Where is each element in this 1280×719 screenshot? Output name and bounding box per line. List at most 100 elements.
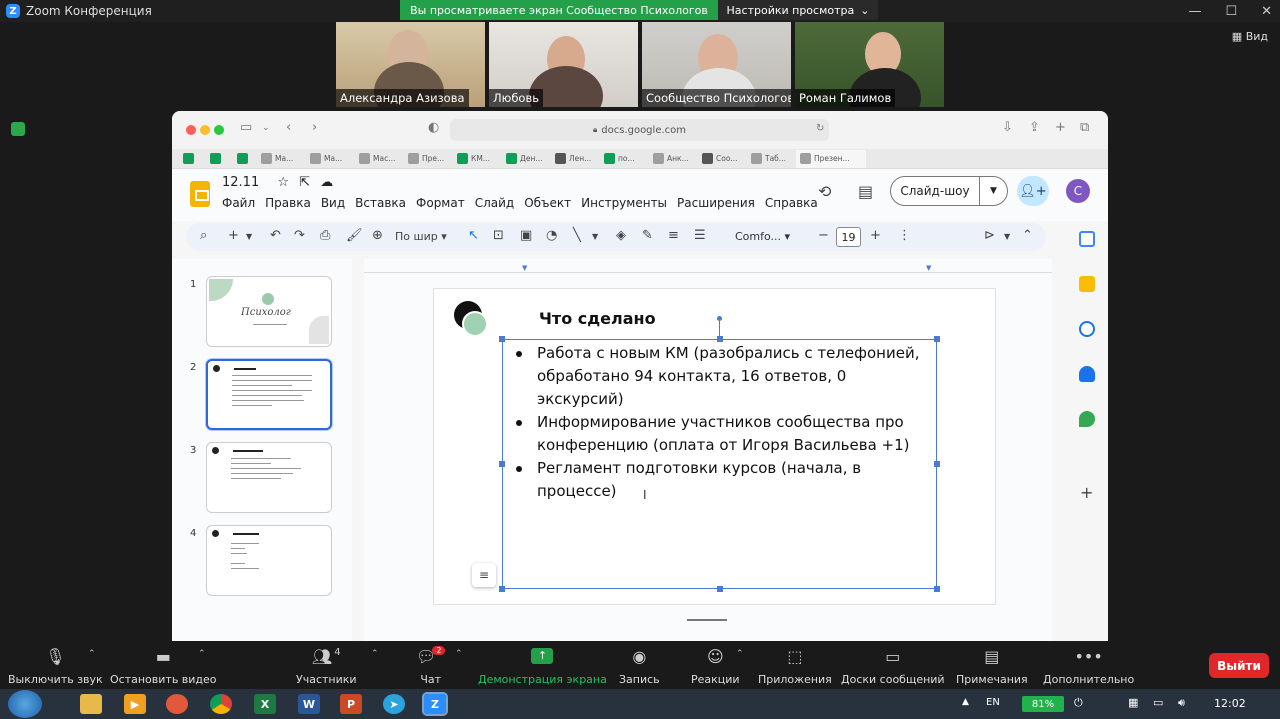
font-size-input[interactable]: 19 [836,227,861,247]
menu-object[interactable]: Объект [524,196,571,210]
comments-icon[interactable]: ▤ [858,182,873,201]
tab-overview-icon[interactable]: ⧉ [1080,120,1089,135]
browser-tab[interactable]: Пре... [404,150,451,168]
security-shield-icon[interactable] [11,122,25,136]
search-icon[interactable]: ⌕ [200,228,207,243]
keyboard-language[interactable]: EN [986,697,1000,708]
zoom-icon[interactable]: Z [422,692,448,716]
tray-expand-icon[interactable]: ▲ [962,697,969,707]
slide-thumbnail-selected[interactable] [206,359,332,430]
privacy-shield-icon[interactable]: ◐ [428,120,439,135]
word-icon[interactable]: W [298,694,320,714]
telegram-icon[interactable]: ➤ [383,694,405,714]
whiteboards-button[interactable]: ▭ Доски сообщений [841,645,945,687]
share-icon[interactable]: ⇪ [1029,120,1040,135]
chevron-up-icon[interactable]: ⌃ [455,649,463,659]
new-tab-icon[interactable]: + [1055,120,1066,135]
start-button-icon[interactable] [8,690,42,718]
speaker-notes-handle[interactable] [687,619,727,621]
network-icon[interactable]: ▦ [1128,696,1138,709]
firefox-icon[interactable] [166,694,188,714]
view-button[interactable]: ▦ Вид [1232,30,1268,43]
display-icon[interactable]: ▭ [1153,696,1163,709]
print-icon[interactable]: ⎙ [320,228,330,243]
chat-button[interactable]: 💬︎ 2 Чат [416,645,446,686]
browser-tab[interactable]: по... [600,150,647,168]
font-size-increase-icon[interactable]: + [870,228,881,243]
star-icon[interactable]: ☆ [277,175,289,190]
chevron-down-icon[interactable]: ⌄ [262,123,270,133]
bullet-item[interactable]: Работа с новым КМ (разобрались с телефон… [513,342,933,411]
powerpoint-icon[interactable]: P [340,694,362,714]
menu-edit[interactable]: Правка [265,196,311,210]
resize-handle[interactable] [934,461,940,467]
slide-title[interactable]: Что сделано [539,309,656,328]
leave-button[interactable]: Выйти [1209,653,1269,678]
more-button[interactable]: ••• Дополнительно [1043,645,1134,687]
chevron-up-icon[interactable]: ⌃ [736,649,744,659]
cloud-icon[interactable]: ☁ [320,175,333,190]
maps-icon[interactable] [1079,411,1095,427]
participant-tile[interactable]: Роман Галимов [795,22,944,107]
new-slide-icon[interactable]: + [228,228,239,243]
avatar[interactable]: С [1066,179,1090,203]
view-options-button[interactable]: Настройки просмотра ⌄ [718,0,878,20]
browser-tab-active[interactable]: Презен... [796,149,866,168]
close-window-icon[interactable] [186,125,196,135]
undo-icon[interactable]: ↶ [270,228,281,243]
browser-tab[interactable] [176,150,201,168]
add-addon-icon[interactable]: + [1080,483,1093,502]
contacts-icon[interactable] [1079,366,1095,382]
explorer-icon[interactable] [80,694,102,714]
share-screen-button[interactable]: ↑ Демонстрация экрана [478,645,607,686]
menu-view[interactable]: Вид [321,196,345,210]
history-icon[interactable]: ⟲ [818,182,831,201]
redo-icon[interactable]: ↷ [294,228,305,243]
reactions-button[interactable]: ☺ Реакции [691,645,740,687]
resize-handle[interactable] [934,586,940,592]
collapse-toolbar-icon[interactable]: ⌃ [1022,228,1033,243]
forward-icon[interactable]: › [312,120,317,135]
chevron-down-icon[interactable]: ▼ [979,177,1007,205]
keep-icon[interactable] [1079,276,1095,292]
border-dash-icon[interactable]: ☰ [694,228,706,243]
close-icon[interactable]: ✕ [1261,4,1272,19]
slide-thumbnail[interactable] [206,525,332,596]
media-player-icon[interactable]: ▶ [124,694,146,714]
browser-tab[interactable]: Ма... [306,150,353,168]
resize-handle[interactable] [934,336,940,342]
excel-icon[interactable]: X [254,694,276,714]
chevron-down-icon[interactable]: ▼ [246,232,252,241]
menu-help[interactable]: Справка [765,196,818,210]
minimize-icon[interactable]: — [1188,4,1201,19]
participant-tile[interactable]: Любовь [489,22,638,107]
browser-tab[interactable]: Ден... [502,150,549,168]
battery-indicator[interactable]: 81% [1022,696,1064,712]
volume-icon[interactable]: 🔊︎ [1178,696,1185,710]
chevron-up-icon[interactable]: ⌃ [198,649,206,659]
address-bar[interactable]: 🔒︎ docs.google.com [450,119,829,141]
bullet-list[interactable]: Работа с новым КМ (разобрались с телефон… [513,342,933,503]
text-box-icon[interactable]: ⊡ [493,228,504,243]
fill-color-icon[interactable]: ◈ [616,228,626,243]
ruler-indent-marker[interactable]: ▼ [926,264,931,272]
chevron-up-icon[interactable]: ⌃ [88,649,96,659]
more-options-icon[interactable]: ⋮ [898,228,911,243]
clock[interactable]: 12:02 [1214,697,1246,710]
image-icon[interactable]: ▣ [520,228,532,243]
menu-tools[interactable]: Инструменты [581,196,667,210]
slide-thumbnail[interactable]: Психолог [206,276,332,347]
back-icon[interactable]: ‹ [286,120,291,135]
resize-handle[interactable] [717,586,723,592]
sidebar-icon[interactable]: ▭ [240,120,252,135]
border-color-icon[interactable]: ✎ [642,228,653,243]
horizontal-ruler[interactable]: ▼ ▼ [364,259,1052,273]
menu-slide[interactable]: Слайд [475,196,515,210]
download-icon[interactable]: ⇩ [1002,120,1013,135]
notes-button[interactable]: ▤ Примечания [956,645,1028,687]
calendar-icon[interactable] [1079,231,1095,247]
chevron-up-icon[interactable]: ⌃ [371,649,379,659]
minimize-window-icon[interactable] [200,125,210,135]
menu-format[interactable]: Формат [416,196,465,210]
menu-extensions[interactable]: Расширения [677,196,755,210]
